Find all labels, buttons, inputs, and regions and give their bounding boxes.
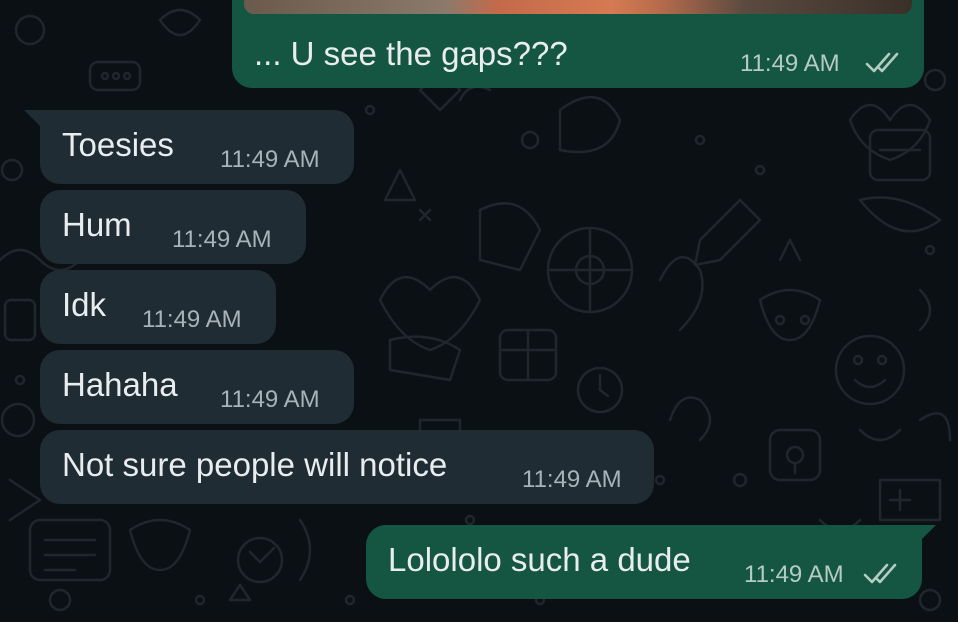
message-text: Hahaha	[62, 366, 178, 403]
message-timestamp: 11:49 AM	[522, 466, 622, 493]
message-timestamp: 11:49 AM	[142, 306, 242, 333]
message-bubble-incoming[interactable]: Idk 11:49 AM	[40, 270, 276, 344]
message-bubble-incoming[interactable]: Toesies 11:49 AM	[40, 110, 354, 184]
message-bubble-outgoing[interactable]: Lolololo such a dude 11:49 AM	[366, 525, 922, 599]
message-text: Lolololo such a dude	[388, 541, 691, 578]
message-timestamp: 11:49 AM	[220, 146, 320, 173]
message-text: ... U see the gaps???	[254, 35, 568, 72]
message-bubble-incoming[interactable]: Not sure people will notice 11:49 AM	[40, 430, 654, 504]
double-check-icon	[865, 52, 899, 73]
double-check-icon	[863, 563, 897, 584]
shared-photo[interactable]	[244, 0, 912, 14]
message-timestamp: 11:49 AM	[744, 561, 844, 588]
message-bubble-outgoing[interactable]: ... U see the gaps??? 11:49 AM	[232, 0, 924, 88]
message-timestamp: 11:49 AM	[220, 386, 320, 413]
message-text: Hum	[62, 206, 132, 243]
message-bubble-incoming[interactable]: Hum 11:49 AM	[40, 190, 306, 264]
message-text: Not sure people will notice	[62, 446, 448, 483]
message-timestamp: 11:49 AM	[172, 226, 272, 253]
message-bubble-incoming[interactable]: Hahaha 11:49 AM	[40, 350, 354, 424]
message-text: Idk	[62, 286, 107, 323]
message-timestamp: 11:49 AM	[740, 50, 840, 77]
message-text: Toesies	[62, 126, 174, 163]
